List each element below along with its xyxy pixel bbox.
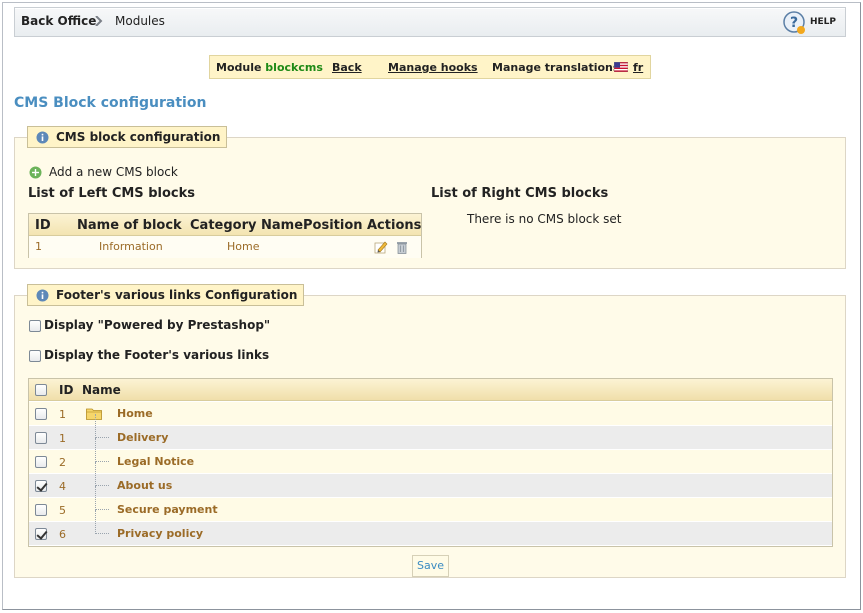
- chevron-right-icon: [95, 16, 103, 26]
- powered-by-label: Display "Powered by Prestashop": [44, 318, 271, 332]
- breadcrumb-back-office-link[interactable]: Back Office: [21, 14, 96, 28]
- footer-links-checkbox[interactable]: [29, 350, 41, 362]
- add-icon: [29, 166, 42, 179]
- module-name: Module blockcms: [216, 61, 323, 74]
- tree-line-horizontal: [95, 485, 109, 486]
- tree-line-horizontal: [95, 509, 109, 510]
- module-toolbar: Module blockcms Back Manage hooks Manage…: [209, 55, 651, 79]
- cms-block-legend-label: CMS block configuration: [56, 130, 221, 144]
- right-blocks-empty: There is no CMS block set: [467, 212, 622, 226]
- row-id: 5: [59, 504, 66, 517]
- col-category: Category Name: [190, 218, 304, 233]
- tree-line-horizontal: [95, 437, 109, 438]
- table-row: 4 About us: [29, 462, 832, 497]
- tree-line-vertical: [95, 486, 96, 510]
- table-header: ID Name: [29, 379, 832, 401]
- col-name: Name of block: [77, 218, 182, 233]
- row-checkbox[interactable]: [35, 504, 47, 516]
- row-name-link[interactable]: Privacy policy: [117, 527, 203, 540]
- help-button[interactable]: ? HELP: [783, 11, 839, 34]
- row-id: 4: [59, 480, 66, 493]
- table-row: 1 Home: [29, 401, 832, 425]
- table-header: ID Name of block Category Name Position …: [29, 214, 421, 236]
- select-all-checkbox[interactable]: [35, 384, 47, 396]
- svg-text:?: ?: [790, 15, 798, 31]
- module-prefix: Module: [216, 61, 262, 74]
- info-icon: [36, 289, 49, 302]
- row-name-link[interactable]: Secure payment: [117, 503, 218, 516]
- tree-line-vertical: [95, 438, 96, 462]
- table-row: 1 Information Home: [29, 236, 421, 258]
- right-blocks-title: List of Right CMS blocks: [431, 186, 609, 201]
- tree-line-horizontal: [95, 461, 109, 462]
- row-name: Information: [99, 240, 163, 253]
- help-label: HELP: [810, 17, 837, 27]
- row-id: 6: [59, 528, 66, 541]
- row-id: 1: [59, 432, 66, 445]
- edit-icon[interactable]: [374, 240, 388, 254]
- row-name-link[interactable]: Legal Notice: [117, 455, 194, 468]
- row-checkbox[interactable]: [35, 408, 47, 420]
- back-link[interactable]: Back: [332, 61, 362, 74]
- us-flag-icon[interactable]: [614, 62, 628, 72]
- row-checkbox[interactable]: [35, 456, 47, 468]
- col-id: ID: [35, 218, 51, 233]
- footer-links-label: Display the Footer's various links: [44, 348, 270, 362]
- row-checkbox[interactable]: [35, 432, 47, 444]
- module-name-value: blockcms: [265, 61, 323, 74]
- cms-block-legend: CMS block configuration: [27, 126, 228, 148]
- table-row: 1 Delivery: [29, 414, 832, 449]
- row-id: 1: [59, 408, 66, 421]
- add-cms-block-label: Add a new CMS block: [49, 165, 178, 179]
- table-row: 2 Legal Notice: [29, 438, 832, 473]
- footer-links-table: ID Name 1 Home 1 Delivery 2 Legal Notice 4 Abou…: [28, 378, 833, 547]
- page-title: CMS Block configuration: [14, 95, 207, 111]
- breadcrumb-current: Modules: [115, 14, 165, 28]
- tree-line-vertical: [95, 462, 96, 486]
- folder-icon: [86, 408, 102, 420]
- col-actions: Actions: [367, 218, 422, 233]
- trash-icon[interactable]: [396, 240, 408, 254]
- row-name-link[interactable]: Home: [117, 407, 153, 420]
- save-button[interactable]: Save: [412, 555, 449, 577]
- lang-fr-link[interactable]: fr: [633, 61, 643, 74]
- powered-by-checkbox[interactable]: [29, 320, 41, 332]
- tree-line-vertical: [95, 414, 96, 438]
- manage-hooks-link[interactable]: Manage hooks: [388, 61, 478, 74]
- left-blocks-title: List of Left CMS blocks: [28, 186, 195, 201]
- row-category: Home: [227, 240, 260, 253]
- breadcrumb: Back Office Modules ? HELP: [14, 7, 846, 37]
- table-row: 5 Secure payment: [29, 486, 832, 521]
- help-icon: ?: [783, 11, 805, 34]
- footer-links-legend-label: Footer's various links Configuration: [56, 288, 298, 302]
- footer-links-legend: Footer's various links Configuration: [27, 284, 305, 306]
- info-icon: [36, 131, 49, 144]
- col-position: Position: [303, 218, 363, 233]
- row-checkbox[interactable]: [35, 528, 47, 540]
- tree-line-vertical: [95, 510, 96, 534]
- manage-translations-label: Manage translations:: [492, 61, 624, 74]
- tree-line-horizontal: [95, 533, 109, 534]
- row-id: 1: [35, 240, 42, 253]
- col-id: ID: [59, 383, 74, 397]
- left-blocks-table: ID Name of block Category Name Position …: [28, 213, 422, 258]
- table-row: 6 Privacy policy: [29, 510, 832, 545]
- row-id: 2: [59, 456, 66, 469]
- row-name-link[interactable]: About us: [117, 479, 172, 492]
- row-checkbox[interactable]: [35, 480, 47, 492]
- col-name: Name: [82, 383, 121, 397]
- row-name-link[interactable]: Delivery: [117, 431, 168, 444]
